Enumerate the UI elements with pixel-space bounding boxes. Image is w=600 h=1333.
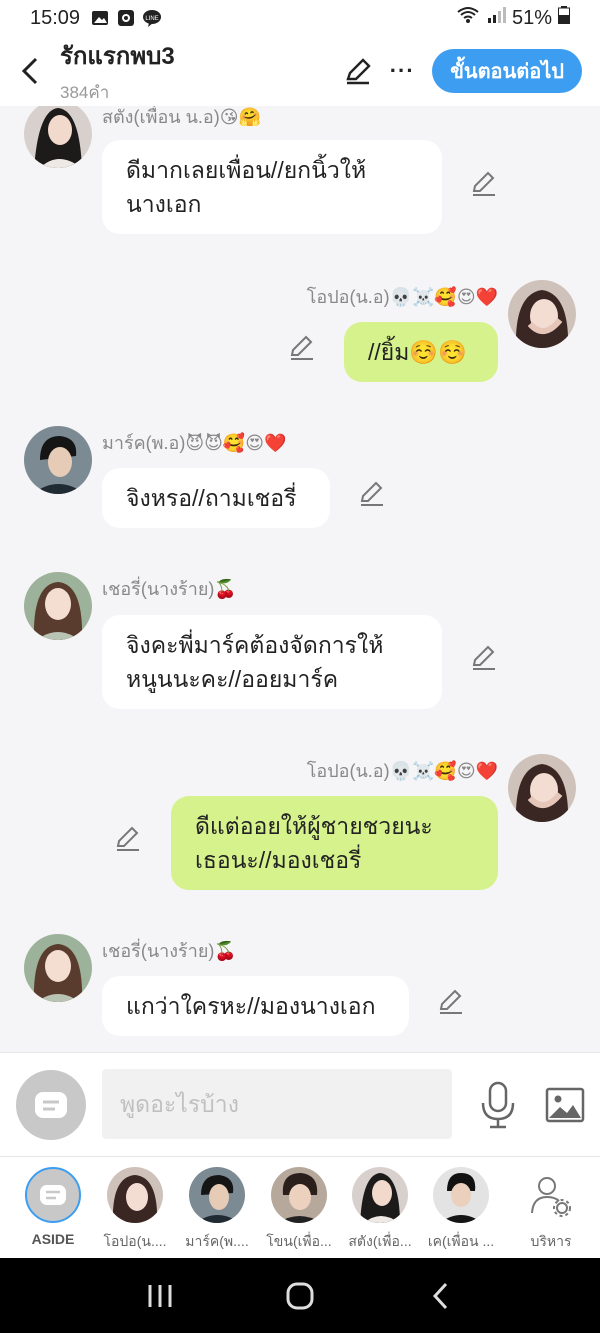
character-avatar [271, 1167, 327, 1223]
avatar-opor[interactable] [508, 280, 576, 348]
character-label: โอปอ(น.... [103, 1233, 167, 1249]
recent-apps-icon [148, 1284, 172, 1307]
top-bar: รักแรกพบ3 384คำ ··· ขั้นตอนต่อไป [0, 36, 600, 106]
svg-text:LINE: LINE [145, 16, 158, 22]
character-k[interactable]: เค(เพื่อน ... [421, 1167, 501, 1253]
wifi-icon [456, 6, 480, 30]
title-area: รักแรกพบ3 384คำ [60, 36, 338, 106]
message-line: //ยิ้ม☺️☺️ [368, 339, 467, 365]
speaker-name: เชอรี่(นางร้าย)🍒 [102, 941, 237, 961]
gallery-notification-icon [90, 8, 110, 28]
status-bar: 15:09 LINE 51% [0, 0, 600, 36]
speaker-name: เชอรี่(นางร้าย)🍒 [102, 579, 237, 599]
system-back-button[interactable] [410, 1266, 470, 1326]
message-line: ดีมากเลยเพื่อน//ยกนิ้วให้ [126, 157, 367, 183]
android-nav-bar [0, 1258, 600, 1333]
message-bubble[interactable]: แกว่าใครหะ//มองนางเอก [102, 976, 409, 1036]
character-opor[interactable]: โอปอ(น.... [95, 1167, 175, 1253]
edit-message-icon[interactable] [358, 479, 386, 507]
message-input[interactable] [120, 1090, 452, 1118]
character-avatar [352, 1167, 408, 1223]
pencil-icon [346, 58, 371, 85]
avatar-cherry[interactable] [24, 934, 92, 1002]
character-khon[interactable]: โขน(เพื่อ... [259, 1167, 339, 1253]
avatar-opor[interactable] [508, 754, 576, 822]
edit-message-icon[interactable] [288, 333, 316, 361]
character-manage[interactable]: บริหาร [511, 1167, 591, 1253]
microphone-icon[interactable] [478, 1081, 518, 1129]
speaker-name: มาร์ค(พ.อ)😈😈🥰😍❤️ [102, 433, 287, 453]
message-bubble[interactable]: จิงคะพี่มาร์คต้องจัดการให้ หนูนนะคะ//ออย… [102, 615, 442, 709]
message-line: จิงคะพี่มาร์คต้องจัดการให้ [126, 632, 384, 658]
chat-bubble-icon [40, 1185, 66, 1205]
speaker-name: โอปอ(น.อ)💀☠️🥰😍❤️ [306, 287, 498, 307]
edit-message-icon[interactable] [437, 987, 465, 1015]
message-line: แกว่าใครหะ//มองนางเอก [126, 993, 376, 1019]
edit-message-icon[interactable] [470, 643, 498, 671]
avatar-cherry[interactable] [24, 572, 92, 640]
speaker-name: โอปอ(น.อ)💀☠️🥰😍❤️ [306, 761, 498, 781]
next-step-button[interactable]: ขั้นตอนต่อไป [432, 49, 582, 93]
avatar-satang[interactable] [24, 106, 92, 168]
character-aside[interactable]: ASIDE [13, 1167, 93, 1247]
chat-bubble-icon [35, 1092, 67, 1118]
story-title: รักแรกพบ3 [60, 43, 175, 70]
user-settings-icon [531, 1177, 571, 1217]
image-icon[interactable] [545, 1085, 585, 1125]
speaker-name: สตัง(เพื่อน น.อ)😘🤗 [102, 107, 261, 127]
input-bar [0, 1052, 600, 1156]
character-bar: ASIDE โอปอ(น.... มาร์ค(พ.... โขน(เพื่อ..… [0, 1156, 600, 1258]
character-label: เค(เพื่อน ... [427, 1233, 495, 1249]
signal-icon [486, 6, 506, 30]
home-icon [286, 1282, 314, 1309]
status-time: 15:09 [30, 6, 81, 29]
home-button[interactable] [270, 1266, 330, 1326]
message-line: ดีแต่ออยให้ผู้ชายชวยนะ [195, 813, 433, 839]
character-label: มาร์ค(พ.... [185, 1233, 249, 1249]
recent-apps-button[interactable] [130, 1266, 190, 1326]
character-label: บริหาร [530, 1233, 572, 1249]
battery-icon [558, 6, 570, 30]
back-button[interactable] [0, 36, 60, 106]
line-notification-icon: LINE [142, 8, 162, 28]
chat-area: สตัง(เพื่อน น.อ)😘🤗 ดีมากเลยเพื่อน//ยกนิ้… [0, 106, 600, 1052]
character-satang[interactable]: สตัง(เพื่อ... [340, 1167, 420, 1253]
camera-notification-icon [116, 8, 136, 28]
back-chevron-icon [432, 1282, 448, 1309]
character-avatar [433, 1167, 489, 1223]
message-line: เธอนะ//มองเชอรี่ [195, 847, 362, 873]
message-bubble[interactable]: ดีมากเลยเพื่อน//ยกนิ้วให้ นางเอก [102, 140, 442, 234]
message-line: นางเอก [126, 191, 202, 217]
message-line: หนูนนะคะ//ออยมาร์ค [126, 666, 339, 692]
avatar-mark[interactable] [24, 426, 92, 494]
character-avatar [107, 1167, 163, 1223]
character-avatar [189, 1167, 245, 1223]
character-mark[interactable]: มาร์ค(พ.... [177, 1167, 257, 1253]
message-line: จิงหรอ//ถามเชอรี่ [126, 485, 297, 511]
message-bubble[interactable]: จิงหรอ//ถามเชอรี่ [102, 468, 330, 528]
character-label: โขน(เพื่อ... [266, 1233, 332, 1249]
message-bubble[interactable]: ดีแต่ออยให้ผู้ชายชวยนะ เธอนะ//มองเชอรี่ [171, 796, 498, 890]
message-input-box[interactable] [102, 1069, 452, 1139]
message-bubble[interactable]: //ยิ้ม☺️☺️ [344, 322, 498, 382]
character-label: ASIDE [31, 1231, 75, 1247]
edit-title-button[interactable] [338, 51, 378, 91]
manage-icon-wrap [523, 1167, 579, 1223]
character-label: สตัง(เพื่อ... [348, 1233, 412, 1249]
back-arrow-icon [21, 57, 38, 85]
word-count: 384คำ [60, 83, 110, 102]
battery-text: 51% [511, 6, 552, 29]
aside-avatar [25, 1167, 81, 1223]
edit-message-icon[interactable] [470, 169, 498, 197]
edit-message-icon[interactable] [114, 824, 142, 852]
more-options-button[interactable]: ··· [382, 51, 422, 91]
aside-toggle-button[interactable] [16, 1070, 86, 1140]
